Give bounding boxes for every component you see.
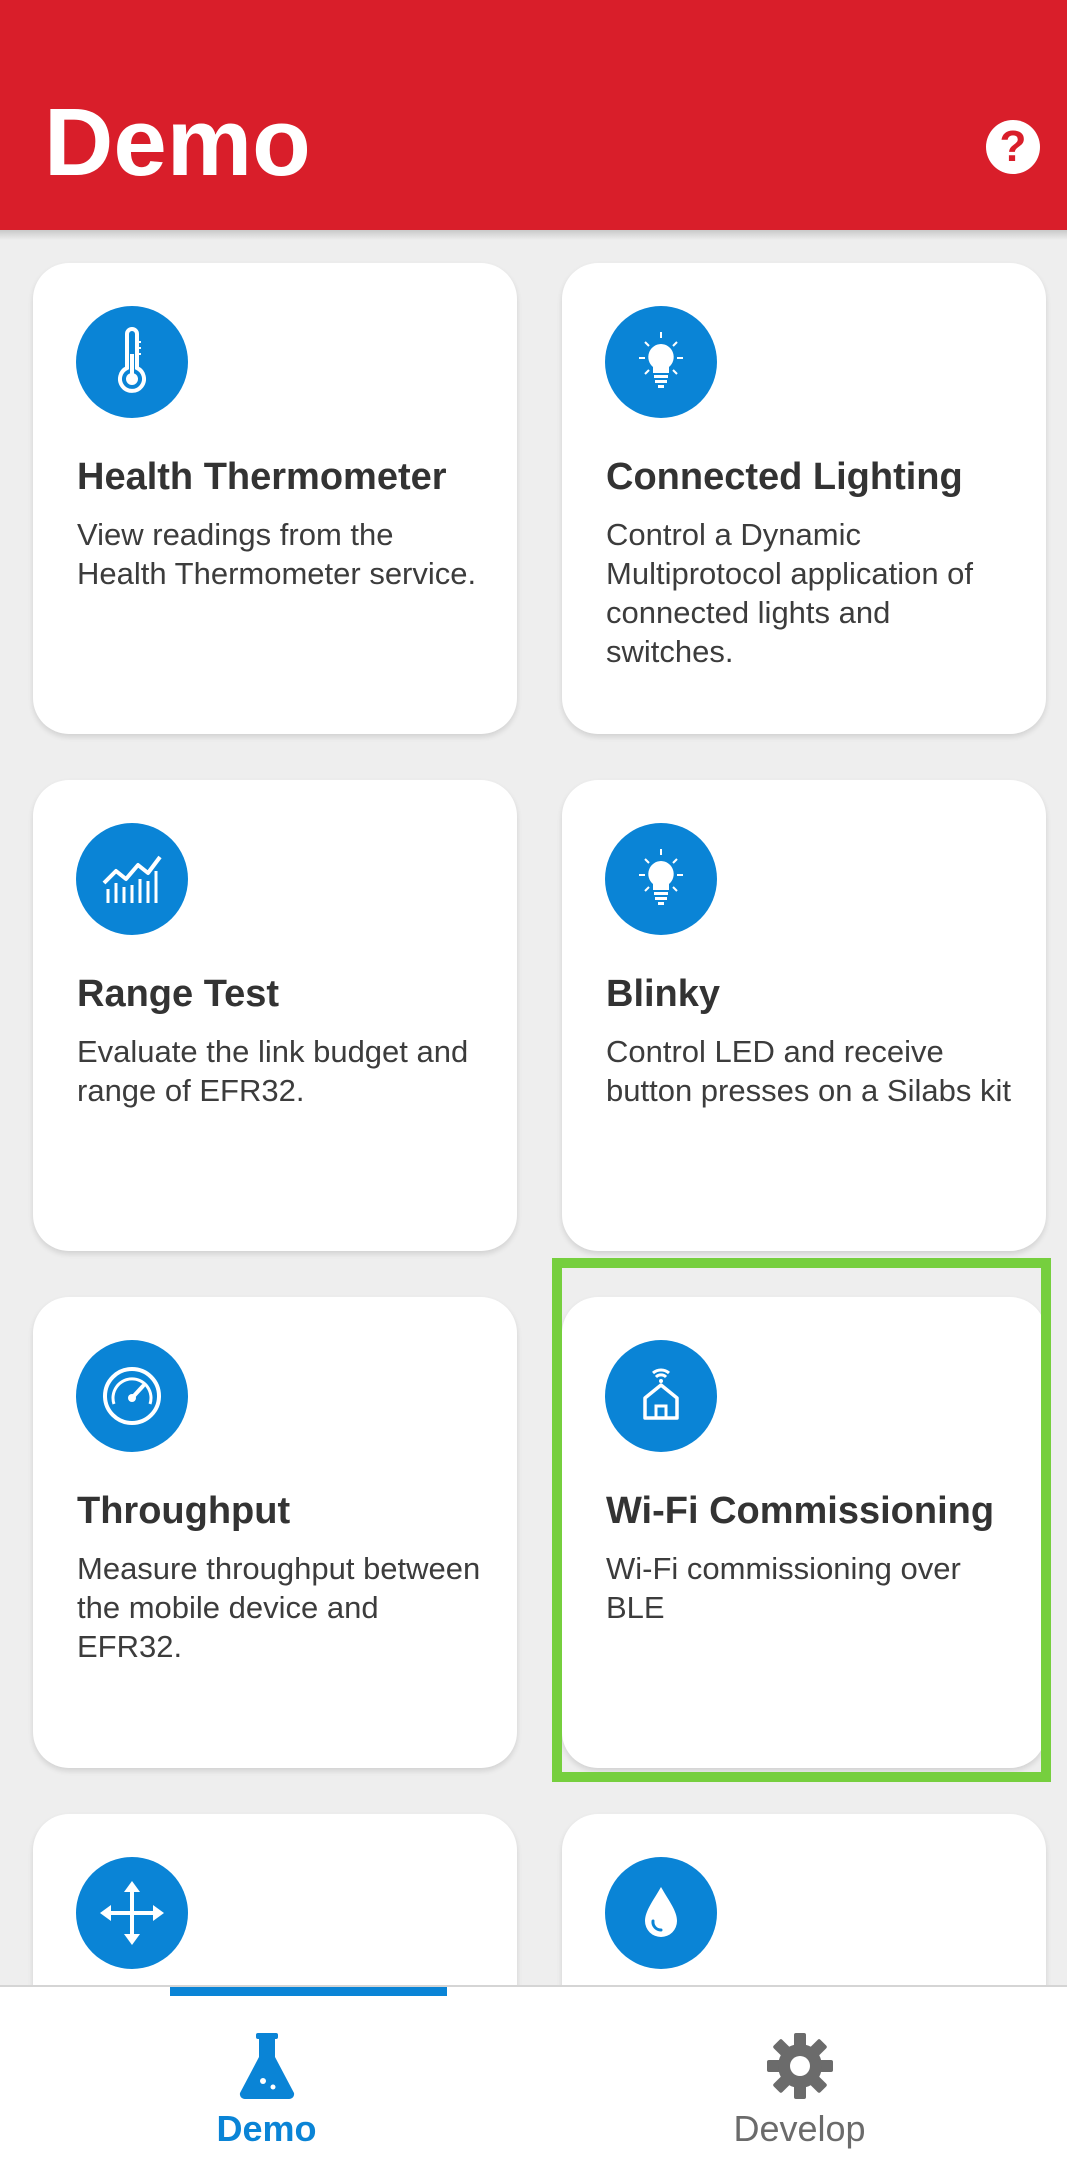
active-tab-indicator	[170, 1987, 447, 1996]
app-header: Demo ?	[0, 0, 1067, 230]
card-description: Evaluate the link budget and range of EF…	[77, 1034, 469, 1108]
help-icon[interactable]: ?	[986, 120, 1040, 174]
thermometer-icon	[76, 306, 188, 418]
card-description: Control LED and receive button presses o…	[606, 1034, 1011, 1108]
gear-icon	[766, 2033, 833, 2099]
demo-card-throughput[interactable]: Throughput Measure throughput between th…	[33, 1297, 517, 1768]
tab-demo[interactable]: Demo	[0, 1987, 533, 2164]
move-arrows-icon	[76, 1857, 188, 1969]
card-description: View readings from the Health Thermomete…	[77, 517, 477, 591]
card-title: Health Thermometer	[77, 456, 447, 498]
tab-label: Develop	[733, 2108, 866, 2149]
flask-icon	[239, 2033, 294, 2100]
card-title: Range Test	[77, 973, 280, 1015]
bottom-navigation: Demo Develop	[0, 1985, 1067, 2164]
tab-label: Demo	[216, 2108, 317, 2149]
page-title: Demo	[44, 89, 311, 196]
card-title: Wi-Fi Commissioning	[606, 1490, 995, 1532]
card-title: Connected Lighting	[606, 456, 963, 498]
lightbulb-icon	[605, 306, 717, 418]
lightbulb-icon	[605, 823, 717, 935]
demo-card-connected-lighting[interactable]: Connected Lighting Control a Dynamic Mul…	[562, 263, 1046, 734]
card-title: Blinky	[606, 973, 721, 1015]
card-title: Throughput	[77, 1490, 291, 1532]
wifi-home-icon	[605, 1340, 717, 1452]
card-description: Measure throughput between the mobile de…	[77, 1551, 481, 1664]
demo-card-health-thermometer[interactable]: Health Thermometer View readings from th…	[33, 263, 517, 734]
header-shadow	[0, 230, 1067, 240]
card-description: Control a Dynamic Multiprotocol applicat…	[606, 517, 974, 669]
range-chart-icon	[76, 823, 188, 935]
speedometer-icon	[76, 1340, 188, 1452]
tab-develop[interactable]: Develop	[533, 1987, 1066, 2164]
water-drop-icon	[605, 1857, 717, 1969]
card-description: Wi-Fi commissioning over BLE	[606, 1551, 961, 1625]
demo-card-range-test[interactable]: Range Test Evaluate the link budget and …	[33, 780, 517, 1251]
demo-card-blinky[interactable]: Blinky Control LED and receive button pr…	[562, 780, 1046, 1251]
demo-card-wifi-commissioning[interactable]: Wi-Fi Commissioning Wi-Fi commissioning …	[562, 1297, 1046, 1768]
